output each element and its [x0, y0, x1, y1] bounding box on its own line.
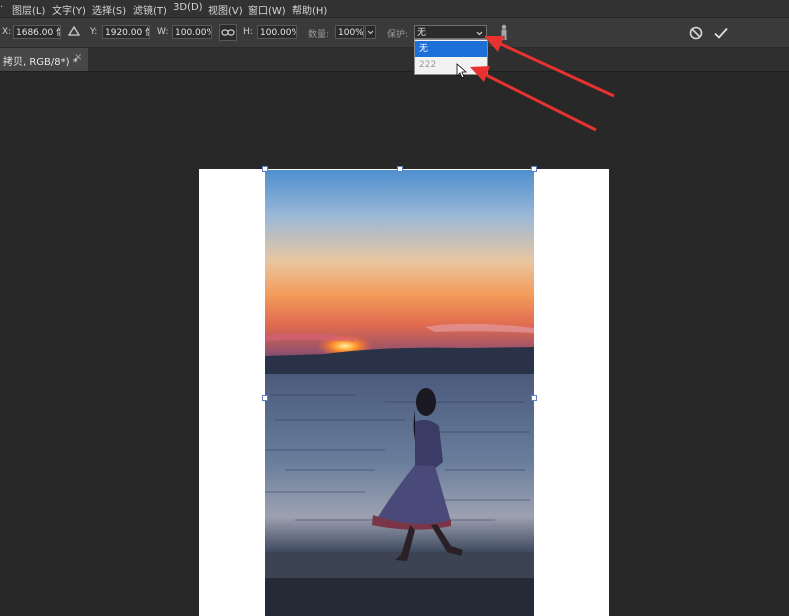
annotation-arrows	[470, 36, 615, 132]
mouse-cursor-icon	[456, 63, 468, 79]
